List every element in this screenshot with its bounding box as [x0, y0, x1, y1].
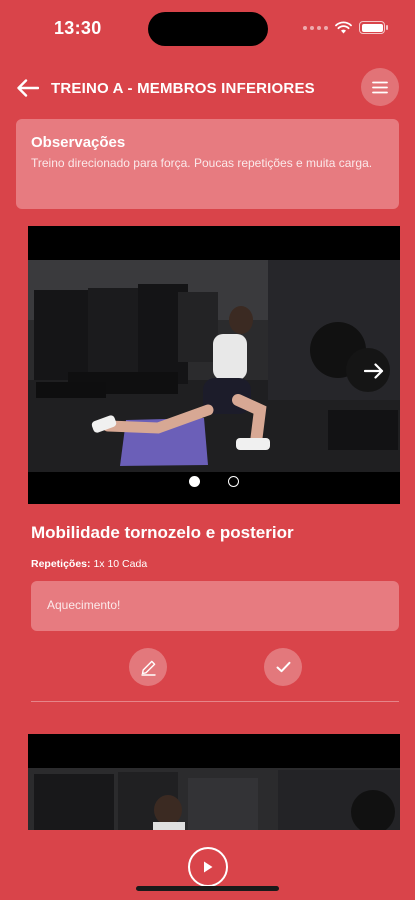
back-button[interactable] [12, 72, 44, 104]
arrow-left-icon [17, 79, 39, 97]
menu-icon [372, 81, 388, 93]
exercise-divider [31, 701, 399, 702]
battery-icon [359, 21, 388, 34]
carousel-next-button[interactable] [362, 359, 386, 383]
play-button[interactable] [188, 847, 228, 887]
check-icon [276, 661, 290, 673]
exercise-reps: Repetições: 1x 10 Cada [31, 558, 147, 570]
top-app-bar: TREINO A - MEMBROS INFERIORES [0, 64, 415, 110]
observations-card: Observações Treino direcionado para forç… [16, 119, 399, 209]
carousel-dot-active[interactable] [189, 476, 200, 487]
cellular-signal-icon [303, 25, 328, 30]
exercise-video-carousel[interactable] [28, 226, 400, 504]
observations-title: Observações [31, 134, 126, 151]
edit-button[interactable] [129, 648, 167, 686]
status-time: 13:30 [54, 18, 102, 38]
carousel-dot[interactable] [228, 476, 239, 487]
reps-value: 1x 10 Cada [93, 558, 148, 570]
exercise-note: Aquecimento! [31, 581, 399, 631]
status-icons [303, 21, 388, 34]
page-title: TREINO A - MEMBROS INFERIORES [51, 80, 315, 97]
exercise-title: Mobilidade tornozelo e posterior [31, 523, 294, 542]
reps-label: Repetições: [31, 558, 91, 570]
exercise-video-thumbnail[interactable] [28, 260, 400, 472]
play-icon [204, 861, 213, 873]
status-bar: 13:30 [0, 0, 415, 56]
home-indicator [136, 886, 279, 891]
dynamic-island [148, 12, 268, 46]
wifi-icon [335, 21, 352, 34]
pencil-icon [140, 660, 156, 676]
observations-text: Treino direcionado para força. Poucas re… [31, 156, 373, 170]
carousel-indicator [28, 476, 400, 487]
complete-button[interactable] [264, 648, 302, 686]
arrow-right-icon [364, 363, 384, 379]
menu-button[interactable] [361, 68, 399, 106]
next-exercise-video[interactable] [28, 734, 400, 830]
